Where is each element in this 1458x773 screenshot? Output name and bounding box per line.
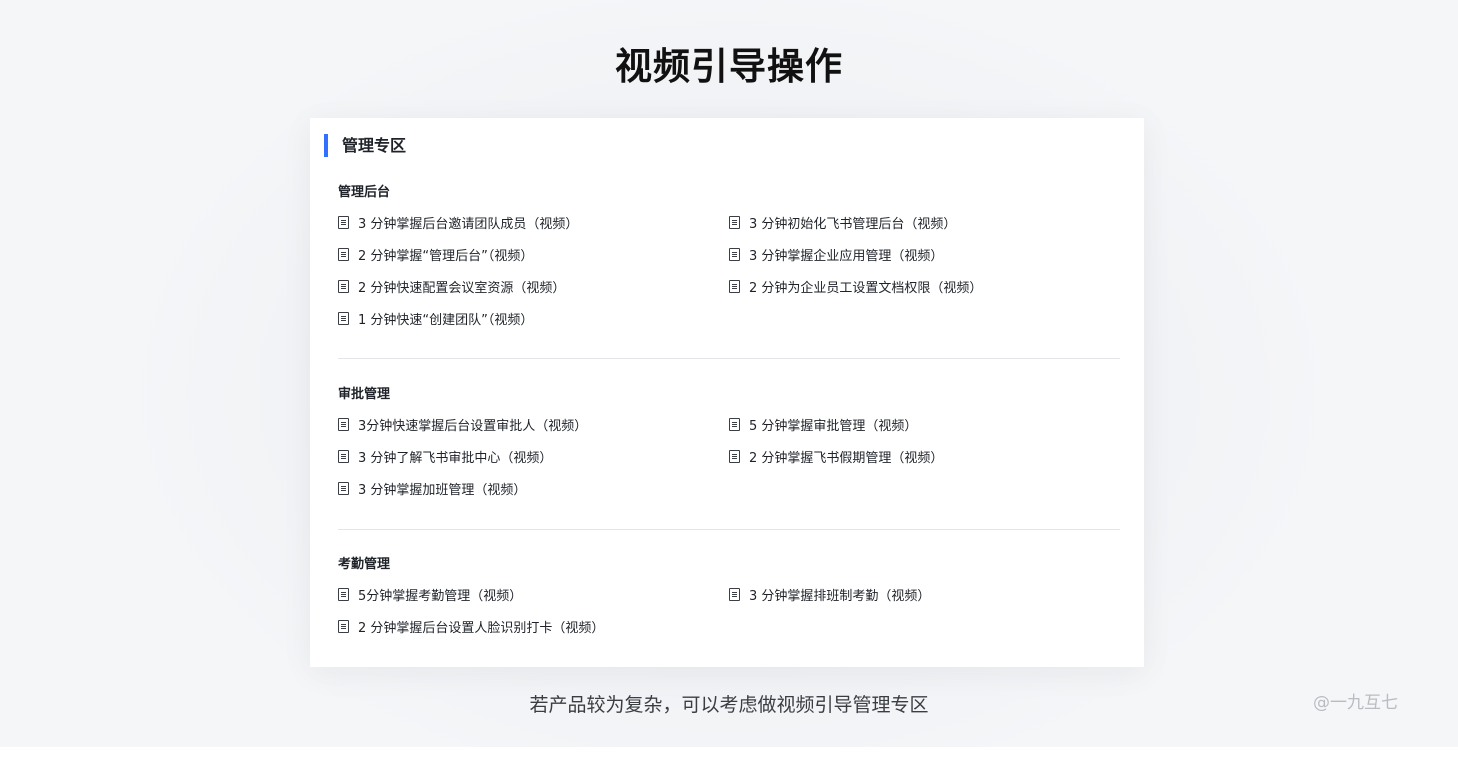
section-attendance-management: 考勤管理 5分钟掌握考勤管理（视频） 3 分钟掌握排班制考勤（视频） 2 分钟掌… xyxy=(338,555,1120,642)
video-link[interactable]: 3分钟快速掌握后台设置审批人（视频） xyxy=(338,408,729,440)
video-link[interactable]: 3 分钟掌握后台邀请团队成员（视频） xyxy=(338,206,729,238)
document-icon xyxy=(729,247,740,261)
video-link-label: 3 分钟掌握排班制考勤（视频） xyxy=(749,588,931,604)
video-link[interactable]: 3 分钟掌握加班管理（视频） xyxy=(338,472,729,504)
video-link-label: 2 分钟为企业员工设置文档权限（视频） xyxy=(749,280,983,296)
section-title: 审批管理 xyxy=(338,387,391,402)
video-link-label: 2 分钟掌握飞书假期管理（视频） xyxy=(749,450,944,466)
section-divider xyxy=(338,529,1120,530)
video-link[interactable]: 5 分钟掌握审批管理（视频） xyxy=(729,408,1120,440)
video-link-label: 3 分钟初始化飞书管理后台（视频） xyxy=(749,216,957,232)
video-link-label: 3 分钟掌握后台邀请团队成员（视频） xyxy=(358,216,579,232)
section-title: 考勤管理 xyxy=(338,557,391,572)
document-icon xyxy=(338,247,349,261)
document-icon xyxy=(729,279,740,293)
video-link-label: 3 分钟了解飞书审批中心（视频） xyxy=(358,450,553,466)
document-icon xyxy=(338,481,349,495)
section-title: 管理后台 xyxy=(338,185,391,200)
video-link-label: 2 分钟快速配置会议室资源（视频） xyxy=(358,280,566,296)
document-icon xyxy=(729,587,740,601)
document-icon xyxy=(729,215,740,229)
video-link-label: 3 分钟掌握加班管理（视频） xyxy=(358,482,527,498)
video-link-label: 1 分钟快速“创建团队”（视频） xyxy=(358,312,534,328)
video-link[interactable]: 5分钟掌握考勤管理（视频） xyxy=(338,578,729,610)
zone-title: 管理专区 xyxy=(324,134,406,157)
management-zone-card: 管理专区 管理后台 3 分钟掌握后台邀请团队成员（视频） 3 分钟初始化飞书管理… xyxy=(310,118,1144,667)
link-list: 3分钟快速掌握后台设置审批人（视频） 5 分钟掌握审批管理（视频） 3 分钟了解… xyxy=(338,408,1120,504)
document-icon xyxy=(338,417,349,431)
video-link[interactable]: 3 分钟掌握排班制考勤（视频） xyxy=(729,578,1120,610)
video-link[interactable]: 2 分钟快速配置会议室资源（视频） xyxy=(338,270,729,302)
video-link[interactable]: 3 分钟掌握企业应用管理（视频） xyxy=(729,238,1120,270)
video-link-label: 3分钟快速掌握后台设置审批人（视频） xyxy=(358,418,588,434)
link-list: 3 分钟掌握后台邀请团队成员（视频） 3 分钟初始化飞书管理后台（视频） 2 分… xyxy=(338,206,1120,334)
document-icon xyxy=(729,449,740,463)
video-link[interactable]: 3 分钟了解飞书审批中心（视频） xyxy=(338,440,729,472)
document-icon xyxy=(338,587,349,601)
video-link[interactable]: 2 分钟为企业员工设置文档权限（视频） xyxy=(729,270,1120,302)
document-icon xyxy=(338,215,349,229)
section-admin-console: 管理后台 3 分钟掌握后台邀请团队成员（视频） 3 分钟初始化飞书管理后台（视频… xyxy=(338,183,1120,334)
video-link[interactable]: 2 分钟掌握飞书假期管理（视频） xyxy=(729,440,1120,472)
video-link-label: 2 分钟掌握后台设置人脸识别打卡（视频） xyxy=(358,620,605,636)
video-link-label: 3 分钟掌握企业应用管理（视频） xyxy=(749,248,944,264)
video-link[interactable]: 3 分钟初始化飞书管理后台（视频） xyxy=(729,206,1120,238)
section-divider xyxy=(338,358,1120,359)
video-link-label: 2 分钟掌握“管理后台”（视频） xyxy=(358,248,534,264)
document-icon xyxy=(338,619,349,633)
video-link-label: 5 分钟掌握审批管理（视频） xyxy=(749,418,918,434)
link-list: 5分钟掌握考勤管理（视频） 3 分钟掌握排班制考勤（视频） 2 分钟掌握后台设置… xyxy=(338,578,1120,642)
video-link-label: 5分钟掌握考勤管理（视频） xyxy=(358,588,523,604)
video-link[interactable]: 2 分钟掌握“管理后台”（视频） xyxy=(338,238,729,270)
document-icon xyxy=(338,279,349,293)
document-icon xyxy=(729,417,740,431)
video-link[interactable]: 2 分钟掌握后台设置人脸识别打卡（视频） xyxy=(338,610,729,642)
document-icon xyxy=(338,449,349,463)
page-title: 视频引导操作 xyxy=(615,45,843,88)
page-background: 视频引导操作 管理专区 管理后台 3 分钟掌握后台邀请团队成员（视频） 3 分钟… xyxy=(0,0,1458,747)
section-approval-management: 审批管理 3分钟快速掌握后台设置审批人（视频） 5 分钟掌握审批管理（视频） 3… xyxy=(338,385,1120,504)
caption: 若产品较为复杂，可以考虑做视频引导管理专区 xyxy=(529,694,929,716)
video-link[interactable]: 1 分钟快速“创建团队”（视频） xyxy=(338,302,729,334)
watermark: @一九互七 xyxy=(1313,693,1398,713)
document-icon xyxy=(338,311,349,325)
